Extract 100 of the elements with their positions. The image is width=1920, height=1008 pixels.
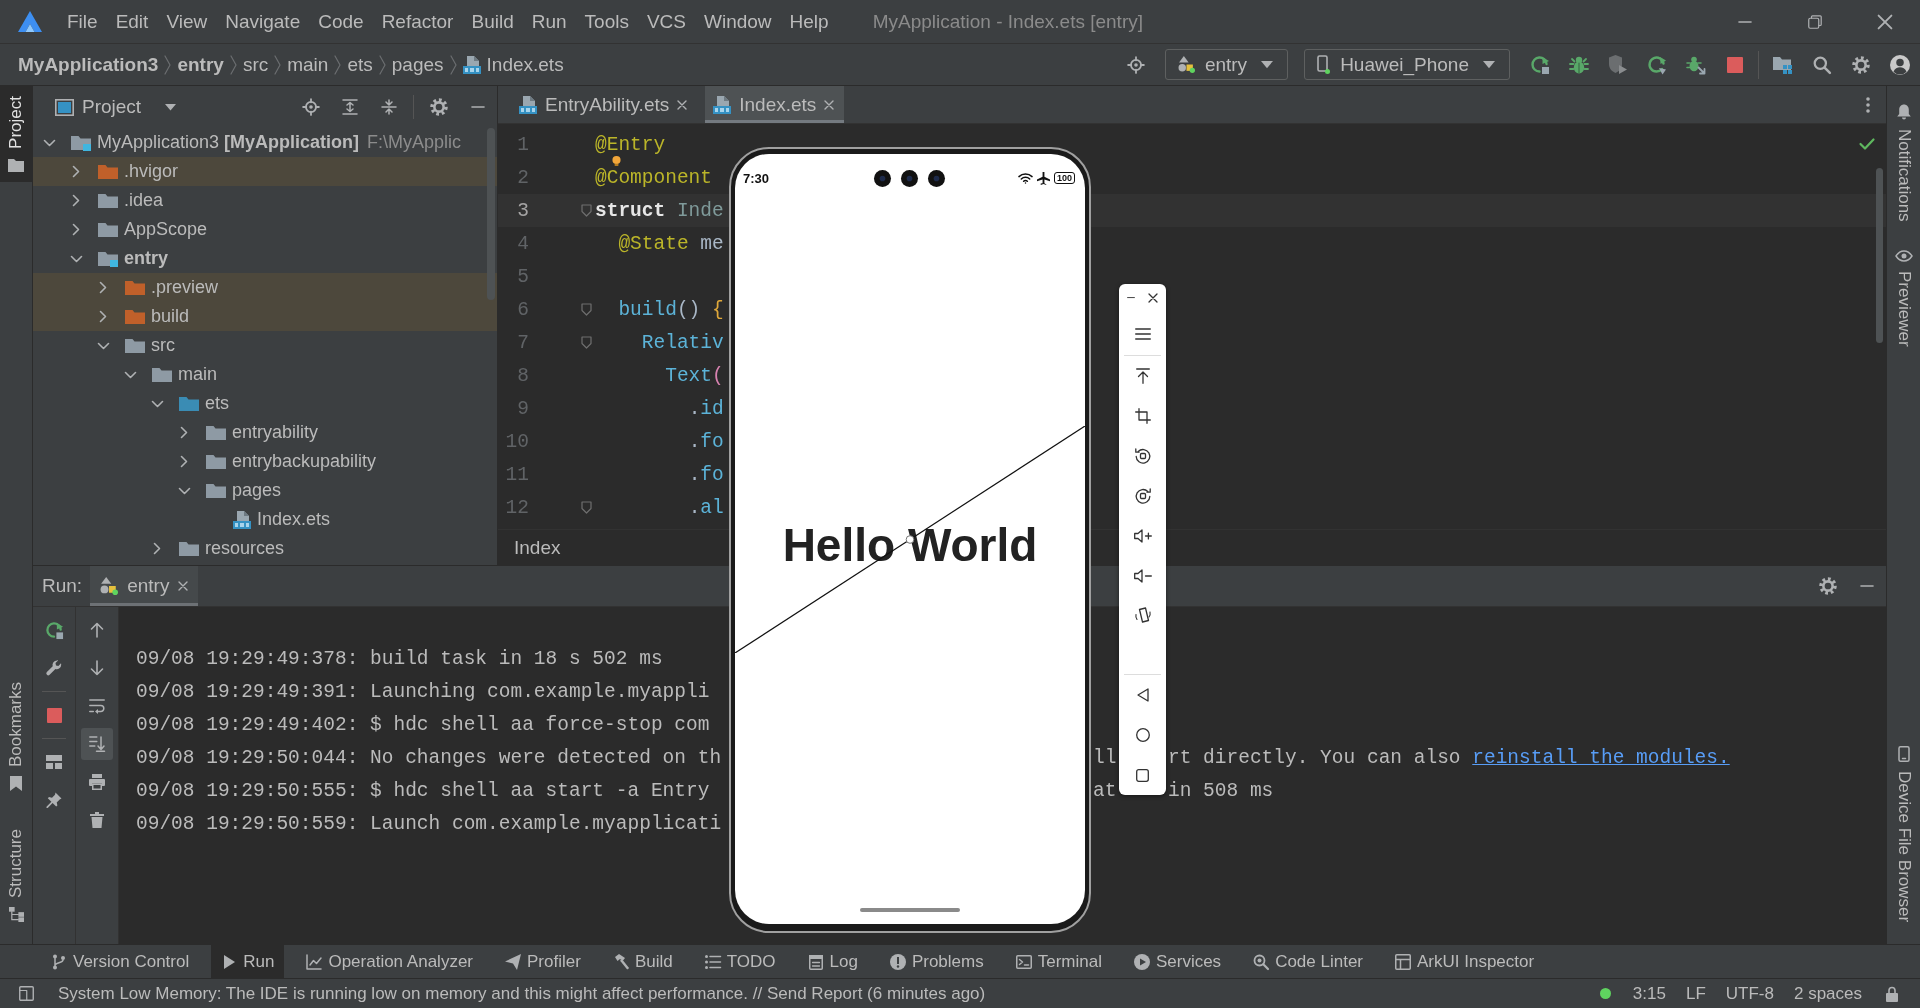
refresh-icon[interactable] <box>1646 54 1667 75</box>
avatar-icon[interactable] <box>1889 54 1910 75</box>
console-link[interactable]: reinstall the modules. <box>1472 746 1730 769</box>
trash-icon[interactable] <box>90 812 104 828</box>
tool-window-button[interactable]: Profiler <box>495 945 591 978</box>
tool-window-button[interactable]: Problems <box>879 945 994 978</box>
settings-icon[interactable] <box>1818 577 1837 595</box>
chevron-icon[interactable] <box>123 370 137 379</box>
close-icon[interactable] <box>1148 293 1158 303</box>
run-tab[interactable]: entry <box>90 566 199 606</box>
tree-item[interactable]: Index.ets <box>257 509 331 530</box>
tool-window-tab[interactable]: Previewer <box>1887 231 1920 357</box>
chevron-icon[interactable] <box>150 399 164 408</box>
lock-icon[interactable] <box>1886 985 1898 1002</box>
editor-tab[interactable]: EntryAbility.ets <box>511 86 698 123</box>
more-icon[interactable] <box>1866 96 1870 113</box>
menu-item[interactable]: Edit <box>106 0 158 43</box>
menu-icon[interactable] <box>1134 327 1151 340</box>
chevron-icon[interactable] <box>96 341 110 350</box>
menu-item[interactable]: Navigate <box>216 0 310 43</box>
tree-item[interactable]: pages <box>232 480 282 501</box>
indent-setting[interactable]: 2 spaces <box>1783 983 1872 1004</box>
chevron-icon[interactable] <box>99 281 107 294</box>
breadcrumb-item[interactable]: pages <box>391 53 444 76</box>
breadcrumb-item[interactable]: Index.ets <box>462 53 564 76</box>
rerun-icon[interactable] <box>1529 54 1550 75</box>
layout-icon[interactable] <box>46 755 62 769</box>
tree-item[interactable]: .idea <box>124 190 164 211</box>
caret-position[interactable]: 3:15 <box>1622 983 1676 1004</box>
menu-item[interactable]: File <box>58 0 107 43</box>
breadcrumb-item[interactable]: src <box>242 53 269 76</box>
breadcrumb-item[interactable]: main <box>287 53 329 76</box>
caret-icon[interactable] <box>165 103 177 111</box>
chevron-icon[interactable] <box>180 455 188 468</box>
tool-window-button[interactable]: TODO <box>694 945 786 978</box>
menu-item[interactable]: Code <box>309 0 373 43</box>
panel-toggle-icon[interactable] <box>19 986 34 1001</box>
pin-icon[interactable] <box>46 792 62 808</box>
tool-window-button[interactable]: Run <box>211 945 285 978</box>
tree-item[interactable]: src <box>151 335 175 356</box>
arrow-up-icon[interactable] <box>90 622 104 638</box>
square-icon[interactable] <box>1136 768 1149 782</box>
tree-item[interactable]: entrybackupability <box>232 451 377 472</box>
collapse-icon[interactable] <box>380 99 397 115</box>
tool-window-tab[interactable]: Device File Browser <box>1887 727 1920 932</box>
minimize-icon[interactable] <box>470 106 485 108</box>
device-dropdown[interactable]: Huawei_Phone <box>1304 49 1510 80</box>
tool-window-tab[interactable]: Project <box>0 86 32 182</box>
scroll-to-end-button[interactable] <box>81 728 113 760</box>
bug-arrow-icon[interactable] <box>1685 54 1706 75</box>
tree-item[interactable]: .hvigor <box>124 161 179 182</box>
search-icon[interactable] <box>1812 55 1831 74</box>
rerun-icon[interactable] <box>44 620 64 640</box>
menu-item[interactable]: Tools <box>575 0 638 43</box>
folder-grid-icon[interactable] <box>1772 55 1793 74</box>
scrollbar[interactable] <box>487 128 495 300</box>
arrow-down-icon[interactable] <box>90 660 104 676</box>
target-icon[interactable] <box>1127 55 1146 74</box>
menu-item[interactable]: Help <box>780 0 838 43</box>
menu-item[interactable]: VCS <box>637 0 695 43</box>
breadcrumb-item[interactable]: ets <box>347 53 373 76</box>
back-icon[interactable] <box>1136 688 1149 702</box>
stop-icon[interactable] <box>1726 56 1743 73</box>
menu-item[interactable]: Refactor <box>372 0 463 43</box>
tree-item[interactable]: build <box>151 306 190 327</box>
tool-window-tab[interactable]: Structure <box>0 819 32 932</box>
tool-window-button[interactable]: Services <box>1123 945 1232 978</box>
rotate-left-icon[interactable] <box>1134 448 1151 464</box>
tree-item[interactable]: main <box>178 364 217 385</box>
breadcrumb-item[interactable]: MyApplication3 <box>18 53 159 76</box>
crop-icon[interactable] <box>1134 408 1151 424</box>
breadcrumb-item[interactable]: Index <box>514 536 561 559</box>
scrollbar[interactable] <box>1876 168 1883 343</box>
tool-window-button[interactable]: Operation Analyzer <box>296 945 483 978</box>
tool-window-tab[interactable]: Notifications <box>1887 86 1920 232</box>
menu-item[interactable]: View <box>157 0 217 43</box>
tree-item[interactable]: entry <box>124 248 168 269</box>
tree-item[interactable]: MyApplication3 [MyApplication] <box>97 132 360 153</box>
chevron-icon[interactable] <box>69 254 83 263</box>
run-config-dropdown[interactable]: entry <box>1164 49 1289 80</box>
settings-icon[interactable] <box>429 98 448 116</box>
target-icon[interactable] <box>301 98 320 116</box>
bulb-icon[interactable] <box>612 156 621 166</box>
restore-icon[interactable] <box>1808 14 1822 29</box>
rotate-right-icon[interactable] <box>1134 488 1151 504</box>
chevron-icon[interactable] <box>180 426 188 439</box>
wrench-icon[interactable] <box>46 660 62 676</box>
volume-up-icon[interactable] <box>1133 529 1152 543</box>
menu-item[interactable]: Window <box>695 0 781 43</box>
chevron-icon[interactable] <box>99 310 107 323</box>
expand-icon[interactable] <box>341 99 358 115</box>
menu-item[interactable]: Build <box>462 0 523 43</box>
chevron-icon[interactable] <box>72 223 80 236</box>
wrap-icon[interactable] <box>89 698 105 714</box>
tree-item[interactable]: .preview <box>151 277 219 298</box>
breadcrumb-item[interactable]: entry <box>177 53 224 76</box>
panel-title[interactable]: Project <box>82 96 142 118</box>
tool-window-button[interactable]: Code Linter <box>1243 945 1373 978</box>
file-encoding[interactable]: UTF-8 <box>1715 983 1784 1004</box>
arrow-to-top-icon[interactable] <box>1135 368 1150 384</box>
